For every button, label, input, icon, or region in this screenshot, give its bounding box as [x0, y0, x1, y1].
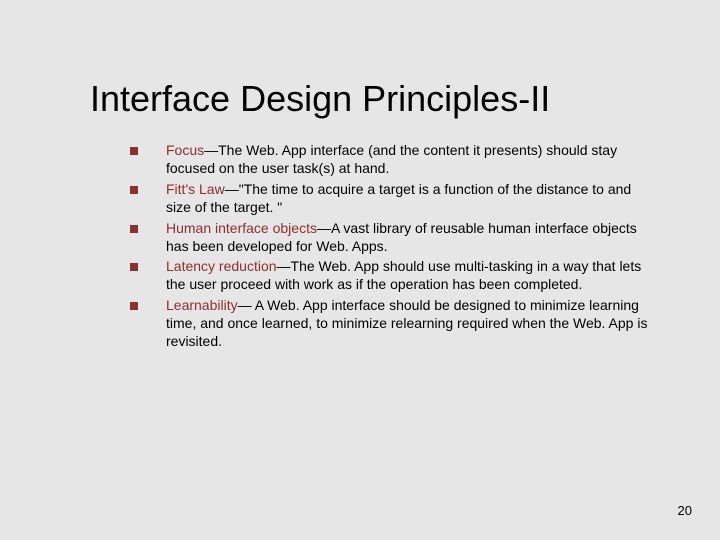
square-bullet-icon — [130, 302, 138, 310]
square-bullet-icon — [130, 263, 138, 271]
term: Learnability — [166, 297, 238, 313]
list-item-text: Latency reduction—The Web. App should us… — [166, 258, 650, 294]
square-bullet-icon — [130, 147, 138, 155]
list-item: Fitt's Law—"The time to acquire a target… — [130, 181, 650, 217]
term: Human interface objects — [166, 220, 317, 236]
term: Latency reduction — [166, 258, 277, 274]
list-item-text: Learnability— A Web. App interface shoul… — [166, 297, 650, 351]
list-item: Focus—The Web. App interface (and the co… — [130, 142, 650, 178]
list-item: Learnability— A Web. App interface shoul… — [130, 297, 650, 351]
square-bullet-icon — [130, 186, 138, 194]
rest: —"The time to acquire a target is a func… — [166, 181, 631, 215]
list-item-text: Human interface objects—A vast library o… — [166, 220, 650, 256]
term: Fitt's Law — [166, 181, 225, 197]
page-number: 20 — [678, 503, 692, 518]
list-item-text: Fitt's Law—"The time to acquire a target… — [166, 181, 650, 217]
bullet-list: Focus—The Web. App interface (and the co… — [130, 142, 650, 354]
list-item-text: Focus—The Web. App interface (and the co… — [166, 142, 650, 178]
slide: Interface Design Principles-II Focus—The… — [0, 0, 720, 540]
list-item: Latency reduction—The Web. App should us… — [130, 258, 650, 294]
term: Focus — [166, 142, 204, 158]
slide-title: Interface Design Principles-II — [90, 78, 550, 120]
rest: —The Web. App interface (and the content… — [166, 142, 617, 176]
list-item: Human interface objects—A vast library o… — [130, 220, 650, 256]
square-bullet-icon — [130, 225, 138, 233]
rest: — A Web. App interface should be designe… — [166, 297, 647, 349]
